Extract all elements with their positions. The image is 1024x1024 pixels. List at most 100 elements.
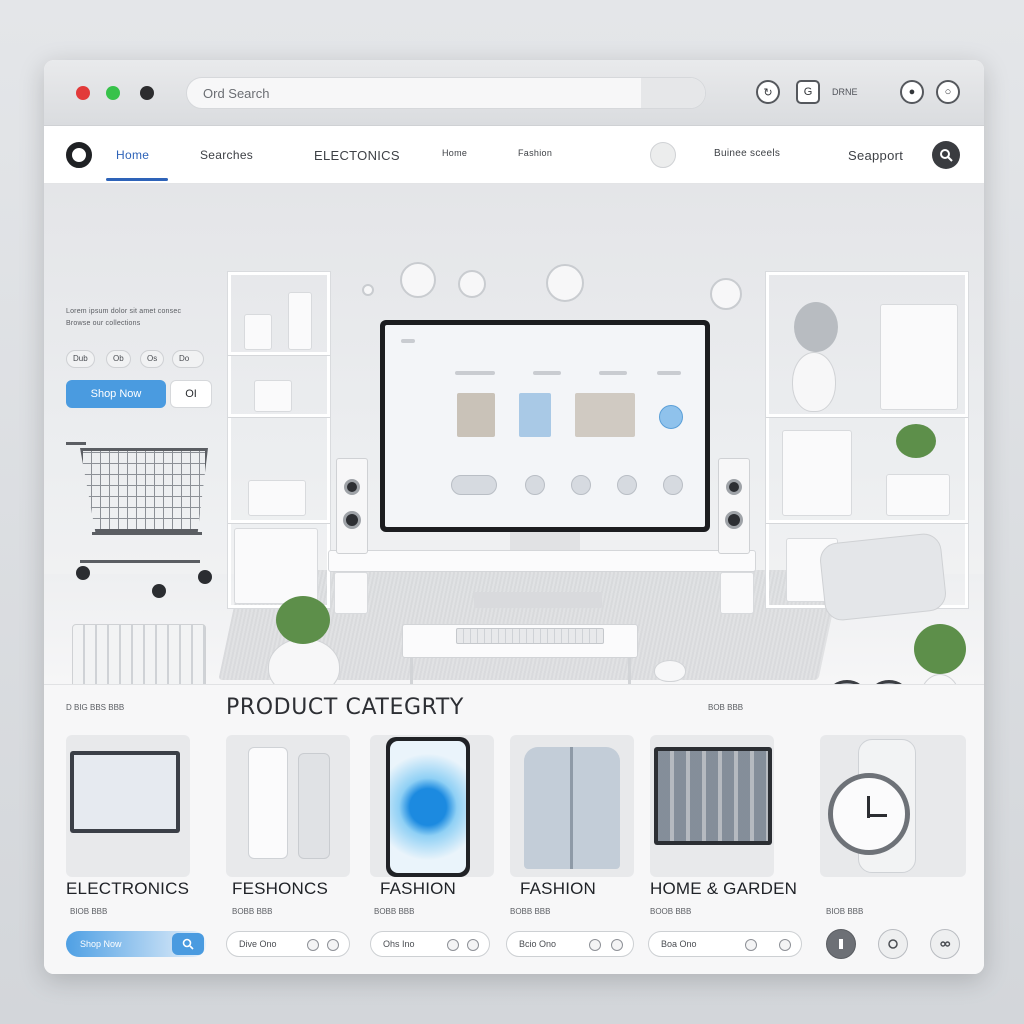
pill-toggle-icon[interactable]: [307, 939, 319, 951]
shop-now-button[interactable]: Shop Now: [66, 380, 166, 408]
screen-thumbnail: [575, 393, 635, 437]
console-leg: [720, 572, 754, 614]
category-sub: BOBB BBB: [232, 907, 273, 916]
laptop-image: [654, 747, 772, 845]
shelf-board: [228, 414, 330, 417]
close-window-button[interactable]: [76, 86, 90, 100]
pill-toggle-icon[interactable]: [611, 939, 623, 951]
category-label[interactable]: FASHION: [520, 879, 596, 899]
speaker-cone: [725, 511, 743, 529]
category-card-watch[interactable]: [820, 735, 966, 877]
screen-icon: [525, 475, 545, 495]
category-sub: BOBB BBB: [374, 907, 415, 916]
wall-decoration: [710, 278, 742, 310]
browser-window: Ord Search ↻ G DRNE ● ○ Home Searches EL…: [44, 60, 984, 974]
shop-now-arrow-button[interactable]: [172, 933, 204, 955]
pill-toggle-icon[interactable]: [589, 939, 601, 951]
logo-icon[interactable]: [66, 142, 92, 168]
pause-icon[interactable]: [826, 929, 856, 959]
screen-icon: [571, 475, 591, 495]
shelf-box: [244, 314, 272, 350]
hero-chip[interactable]: Os: [140, 350, 165, 368]
pill-toggle-icon[interactable]: [327, 939, 339, 951]
shopping-cart-icon: [66, 434, 216, 604]
speaker-cone: [726, 479, 742, 495]
category-pill[interactable]: Dive Ono: [226, 931, 350, 957]
cushion-image: [818, 531, 948, 623]
shelf-frame: [880, 304, 958, 410]
shelf-box: [886, 474, 950, 516]
shelf-board: [228, 520, 330, 523]
nav-item-home[interactable]: Home: [116, 148, 149, 162]
address-bar[interactable]: Ord Search: [186, 77, 706, 109]
pill-toggle-icon[interactable]: [745, 939, 757, 951]
pill-label: Boa Ono: [661, 939, 697, 949]
tablet-screen: [74, 755, 176, 829]
monitor-base: [474, 592, 602, 608]
hero-chip[interactable]: Do: [172, 350, 204, 368]
screen-icon: [451, 475, 497, 495]
speaker-right: [718, 458, 750, 554]
wall-decoration: [362, 284, 374, 296]
speaker-cone: [344, 479, 360, 495]
bookmark-icon[interactable]: G: [796, 80, 820, 104]
settings-circle-icon[interactable]: [930, 929, 960, 959]
pill-toggle-icon[interactable]: [467, 939, 479, 951]
screen-icon: [663, 475, 683, 495]
plant-leaves: [896, 424, 936, 458]
category-label[interactable]: FESHONCS: [232, 879, 328, 899]
category-card-home-garden[interactable]: [650, 735, 774, 877]
cart-handle: [66, 442, 86, 445]
category-pill[interactable]: Boa Ono: [648, 931, 802, 957]
shelf-board: [766, 520, 968, 523]
category-card-feshoncs[interactable]: [226, 735, 350, 877]
title-bar: Ord Search ↻ G DRNE ● ○: [44, 60, 984, 126]
screen-ui-line: [401, 339, 415, 343]
screen-icon: [659, 405, 683, 429]
section-meta-left: D BIG BBS BBB: [66, 703, 125, 712]
address-text: Ord Search: [203, 86, 270, 101]
hero-chip[interactable]: Dub: [66, 350, 95, 368]
refresh-circle-icon[interactable]: [878, 929, 908, 959]
toolbar-label: DRNE: [832, 87, 858, 97]
category-sub: BOOB BBB: [650, 907, 692, 916]
console-leg: [334, 572, 368, 614]
nav-item-searches[interactable]: Searches: [200, 148, 253, 162]
plant-pot: [792, 352, 836, 412]
nav-item-fashion[interactable]: Fashion: [518, 148, 552, 158]
monitor-image: [380, 320, 710, 532]
refresh-icon[interactable]: ↻: [756, 80, 780, 104]
nav-item-support[interactable]: Seapport: [848, 148, 903, 163]
nav-item-home-2[interactable]: Home: [442, 148, 467, 158]
nav-toggle-icon[interactable]: [650, 142, 676, 168]
nav-item-business[interactable]: Buinee sceels: [714, 148, 780, 159]
profile-icon[interactable]: ●: [900, 80, 924, 104]
category-label[interactable]: FASHION: [380, 879, 456, 899]
category-pill[interactable]: Bcio Ono: [506, 931, 634, 957]
minimize-window-button[interactable]: [140, 86, 154, 100]
screen-thumbnail: [457, 393, 495, 437]
nav-item-electronics[interactable]: ELECTONICS: [314, 148, 400, 163]
category-card-fashion[interactable]: [370, 735, 494, 877]
category-label[interactable]: ELECTRONICS: [66, 879, 189, 899]
smartphone-image: [386, 737, 470, 877]
jacket-zipper: [570, 747, 573, 869]
shelf-box: [248, 480, 306, 516]
menu-icon[interactable]: ○: [936, 80, 960, 104]
pill-toggle-icon[interactable]: [447, 939, 459, 951]
pill-label: Ohs Ino: [383, 939, 415, 949]
address-bar-end: [641, 78, 705, 108]
category-label[interactable]: HOME & GARDEN: [650, 879, 797, 899]
category-pill[interactable]: Ohs Ino: [370, 931, 490, 957]
category-card-fashion-2[interactable]: [510, 735, 634, 877]
jacket-image: [524, 747, 620, 869]
plant-leaves: [914, 624, 966, 674]
pill-toggle-icon[interactable]: [779, 939, 791, 951]
category-card-electronics[interactable]: [66, 735, 190, 877]
secondary-button[interactable]: OI: [170, 380, 212, 408]
maximize-window-button[interactable]: [106, 86, 120, 100]
hero-chip[interactable]: Ob: [106, 350, 131, 368]
phone-image: [298, 753, 330, 859]
wall-decoration: [400, 262, 436, 298]
search-icon[interactable]: [932, 141, 960, 169]
